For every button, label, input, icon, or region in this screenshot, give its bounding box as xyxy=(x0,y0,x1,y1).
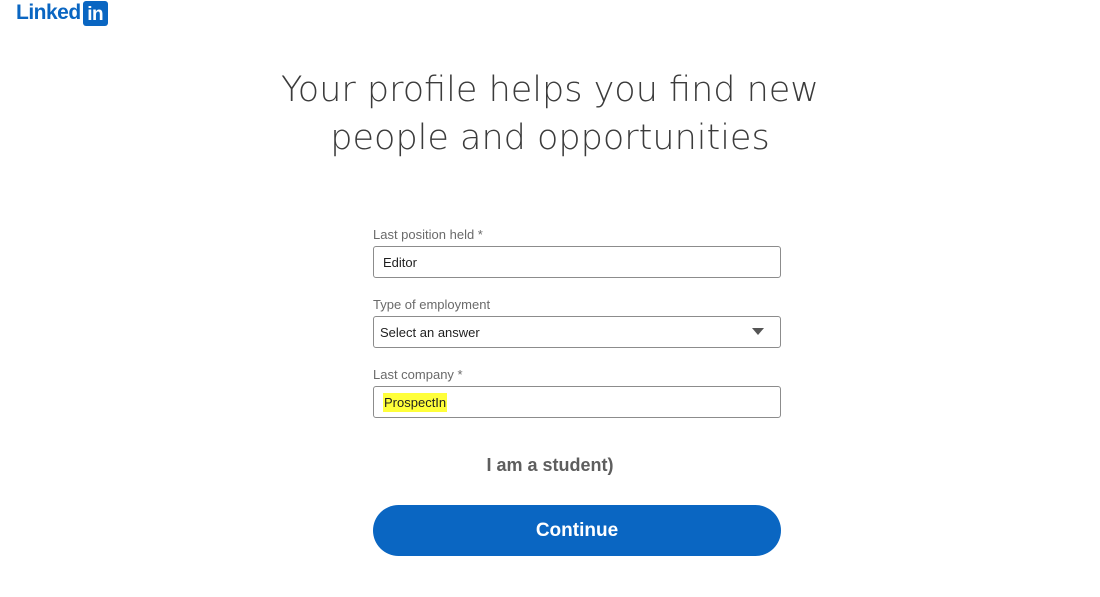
position-field-group: Last position held * xyxy=(373,226,781,278)
student-link[interactable]: I am a student) xyxy=(0,455,1100,476)
company-label: Last company * xyxy=(373,367,463,382)
caret-down-icon xyxy=(752,328,764,335)
position-input[interactable] xyxy=(383,254,763,270)
logo-in-box: in xyxy=(82,0,108,26)
company-input-value[interactable]: ProspectIn xyxy=(383,392,448,412)
employment-label: Type of employment xyxy=(373,297,491,312)
page-title-line-1: Your profile helps you find new xyxy=(281,70,819,110)
position-label: Last position held * xyxy=(373,227,483,242)
continue-button[interactable]: Continue xyxy=(373,505,781,556)
profile-form: Last position held * Type of employment … xyxy=(373,226,781,436)
employment-select[interactable]: Select an answer xyxy=(373,316,781,348)
company-field[interactable]: ProspectIn xyxy=(373,386,781,418)
signup-profile-page: Linked in Your profile helps you find ne… xyxy=(0,0,1100,597)
page-title: Your profile helps you find new people a… xyxy=(0,66,1100,162)
linkedin-logo[interactable]: Linked in xyxy=(16,0,108,26)
employment-selected-value: Select an answer xyxy=(380,324,480,340)
page-title-line-2: people and opportunities xyxy=(330,118,770,158)
logo-wordmark: Linked xyxy=(16,1,81,24)
company-field-group: Last company * ProspectIn xyxy=(373,366,781,418)
employment-field-group: Type of employment Select an answer xyxy=(373,296,781,348)
position-field[interactable] xyxy=(373,246,781,278)
